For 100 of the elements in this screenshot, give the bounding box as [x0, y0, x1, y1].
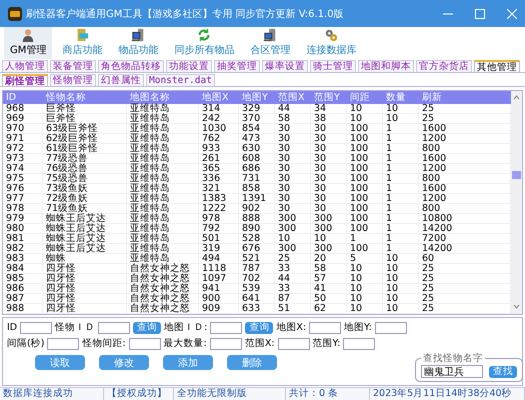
- table-cell: 亚维特岛: [127, 154, 199, 164]
- tab[interactable]: 怪物管理: [50, 74, 96, 86]
- input-field[interactable]: [98, 322, 130, 334]
- status-text: 全功能无限制版: [174, 388, 286, 400]
- input-field[interactable]: [309, 322, 342, 334]
- column-header[interactable]: 地图名称: [127, 91, 199, 104]
- table-cell: 528: [239, 234, 275, 244]
- input-field[interactable]: [210, 322, 242, 334]
- input-field[interactable]: [20, 322, 52, 334]
- action-button[interactable]: 读取: [35, 355, 85, 370]
- find-button[interactable]: 查找: [488, 366, 517, 378]
- toolbar-button[interactable]: 合区管理: [244, 27, 296, 59]
- query-button[interactable]: 查询: [245, 322, 274, 334]
- table-cell: 787: [239, 264, 275, 274]
- table-cell: 58: [311, 264, 347, 274]
- toolbar-button[interactable]: 同步所有物品: [168, 27, 240, 59]
- table-cell: 1: [383, 184, 419, 194]
- column-header[interactable]: ID: [3, 91, 43, 104]
- tab[interactable]: 功能设置: [166, 60, 212, 72]
- table-cell: 30: [275, 174, 311, 184]
- table-cell: 977: [3, 194, 43, 204]
- table-cell: 473: [239, 134, 275, 144]
- column-header[interactable]: 刷新: [419, 91, 511, 104]
- maximize-icon[interactable]: [475, 8, 485, 18]
- table-cell: 858: [239, 184, 275, 194]
- table-cell: 亚维特岛: [127, 104, 199, 114]
- table-cell: 983: [3, 254, 43, 264]
- table-cell: 100: [347, 134, 383, 144]
- input-field[interactable]: [210, 338, 242, 350]
- tab[interactable]: 角色物品转移: [98, 60, 164, 72]
- table-cell: 41: [311, 284, 347, 294]
- toolbar-button[interactable]: 物品功能: [112, 27, 164, 59]
- table-cell: 蜘蛛王后艾达: [43, 244, 127, 254]
- input-field[interactable]: [343, 338, 376, 350]
- table-cell: 630: [239, 144, 275, 154]
- action-button[interactable]: 删除: [227, 355, 277, 370]
- gears-icon: [323, 28, 340, 42]
- table-cell: 100: [347, 144, 383, 154]
- table-cell: 亚维特岛: [127, 164, 199, 174]
- table-cell: 10: [347, 304, 383, 314]
- table-cell: 30: [311, 204, 347, 214]
- table-cell: 亚维特岛: [127, 224, 199, 234]
- table-cell: 968: [3, 104, 43, 114]
- input-field[interactable]: [47, 338, 80, 350]
- table-cell: 1: [383, 124, 419, 134]
- table-cell: 242: [199, 114, 239, 124]
- scrollbar[interactable]: [511, 91, 522, 314]
- column-header[interactable]: 数量: [383, 91, 419, 104]
- table-cell: 854: [239, 124, 275, 134]
- tab[interactable]: Monster.dat: [146, 74, 215, 86]
- table-cell: 5: [347, 254, 383, 264]
- input-field[interactable]: [374, 322, 407, 334]
- table-cell: 自然女神之怒: [127, 274, 199, 284]
- action-button[interactable]: 添加: [163, 355, 213, 370]
- column-header[interactable]: 怪物名称: [43, 91, 127, 104]
- table-cell: 10: [347, 264, 383, 274]
- table-cell: 975: [3, 174, 43, 184]
- table-cell: 1097: [199, 274, 239, 284]
- table-cell: 87: [275, 294, 311, 304]
- toolbar-button[interactable]: GM管理: [4, 27, 52, 59]
- table-cell: 1222: [199, 204, 239, 214]
- tab[interactable]: 其他管理: [474, 60, 520, 72]
- table-cell: 50: [311, 294, 347, 304]
- name-field[interactable]: 幽鬼卫兵: [420, 365, 483, 378]
- tab[interactable]: 幻兽属性: [98, 74, 144, 86]
- tab[interactable]: 骑士管理: [310, 60, 356, 72]
- table-cell: 巨斧怪: [43, 114, 127, 124]
- column-header[interactable]: 地图X: [199, 91, 239, 104]
- table-cell: 539: [239, 284, 275, 294]
- tab[interactable]: 官方杂货店: [416, 60, 472, 72]
- column-header[interactable]: 地图Y: [239, 91, 275, 104]
- column-header[interactable]: 范围Y: [311, 91, 347, 104]
- status-text: 共计：0 条: [286, 388, 370, 400]
- table-cell: 30: [275, 154, 311, 164]
- table-cell: 30: [311, 184, 347, 194]
- table-cell: 63级巨斧怪: [43, 124, 127, 134]
- query-button[interactable]: 查询: [133, 322, 162, 334]
- table-cell: 731: [239, 174, 275, 184]
- table-cell: 970: [3, 124, 43, 134]
- close-icon[interactable]: [507, 8, 517, 18]
- tab[interactable]: 刷怪管理: [2, 74, 48, 86]
- column-header[interactable]: 间距: [347, 91, 383, 104]
- toolbar-button[interactable]: 连接数据库: [300, 27, 362, 59]
- tab[interactable]: 爆率设置: [262, 60, 308, 72]
- toolbar-button[interactable]: 商店功能: [56, 27, 108, 59]
- input-field[interactable]: [278, 338, 310, 350]
- tab[interactable]: 抽奖管理: [214, 60, 260, 72]
- tab[interactable]: 人物管理: [2, 60, 48, 72]
- column-header[interactable]: 范围X: [275, 91, 311, 104]
- table-cell: 亚维特岛: [127, 184, 199, 194]
- table-cell: 608: [239, 154, 275, 164]
- table-cell: 978: [199, 214, 239, 224]
- table-cell: 100: [347, 244, 383, 254]
- input-field[interactable]: [128, 338, 161, 350]
- tab[interactable]: 装备管理: [50, 60, 96, 72]
- tab[interactable]: 地图和脚本: [358, 60, 414, 72]
- action-button[interactable]: 修改: [99, 355, 149, 370]
- table-cell: 300: [311, 214, 347, 224]
- table-cell: 亚维特岛: [127, 214, 199, 224]
- table-cell: 亚维特岛: [127, 174, 199, 184]
